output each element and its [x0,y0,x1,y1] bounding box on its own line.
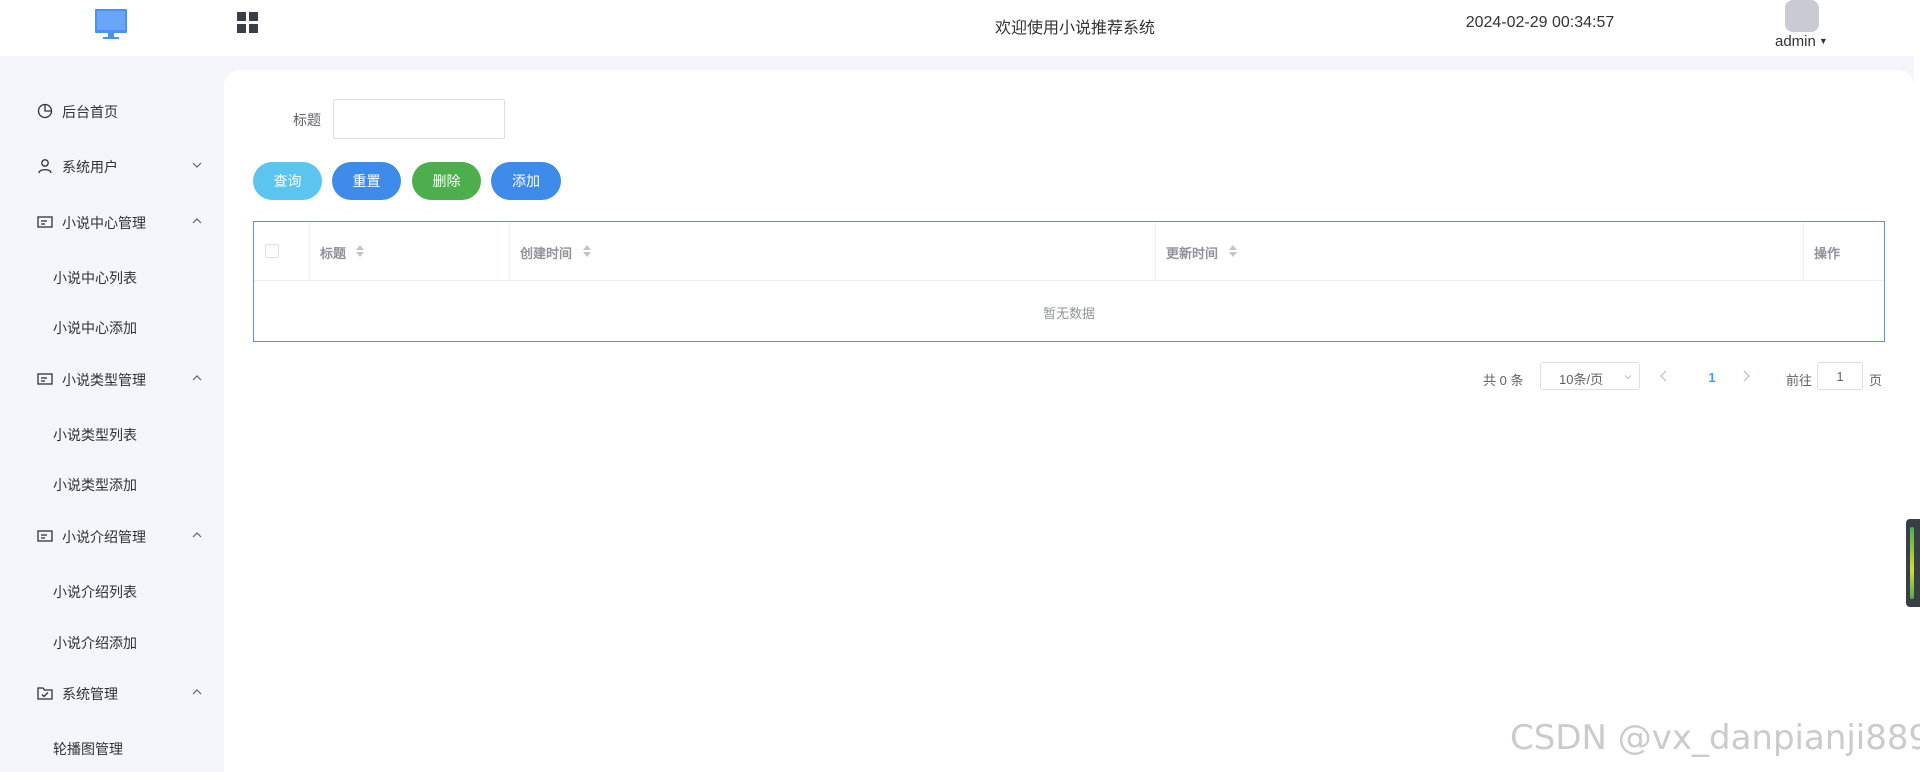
table-header: 标题 创建时间 更新时间 操作 [254,222,1884,281]
sort-caret-icon[interactable] [1228,244,1238,258]
sidebar-subitem-novel-center-list[interactable]: 小说中心列表 [0,256,224,296]
sidebar-item-label: 小说介绍管理 [62,529,146,545]
monitor-logo-icon [95,9,127,39]
page-number-current[interactable]: 1 [1702,370,1722,385]
page-size-value: 10条/页 [1559,372,1604,387]
chevron-up-icon [192,532,202,538]
avatar[interactable] [1785,0,1819,32]
sidebar-item-novel-type[interactable]: 小说类型管理 [0,359,224,399]
column-header-label: 标题 [320,246,347,261]
watermark: CSDN @vx_danpianji889 [1510,718,1920,758]
next-page-icon[interactable] [1740,369,1752,383]
sidebar-item-label: 小说中心管理 [62,215,146,231]
sidebar-item-label: 系统管理 [62,686,118,702]
prev-page-icon[interactable] [1658,369,1670,383]
user-dropdown[interactable]: admin ▼ [1775,33,1845,50]
sidebar: 后台首页 系统用户 小说中心管理 小说中心列表 小说中心添加 小说类型管理 小说… [0,56,224,772]
header-title: 欢迎使用小说推荐系统 [994,20,1155,37]
sort-caret-icon[interactable] [355,244,365,258]
side-floating-widget[interactable] [1906,519,1920,607]
pagination-total: 共 0 条 [1483,373,1524,388]
data-table: 标题 创建时间 更新时间 操作 暂无数据 [253,221,1885,342]
sidebar-subitem-label: 轮播图管理 [53,741,123,757]
widget-level-bar [1910,527,1914,599]
card-icon [37,373,53,385]
user-icon [38,159,52,174]
add-button[interactable]: 添加 [491,162,561,200]
sidebar-subitem-novel-intro-list[interactable]: 小说介绍列表 [0,570,224,610]
sidebar-item-system-management[interactable]: 系统管理 [0,673,224,713]
sidebar-subitem-novel-type-list[interactable]: 小说类型列表 [0,413,224,453]
chevron-down-icon [192,162,202,168]
main-area: 标题 查询 重置 删除 添加 标题 创建时间 更新时间 操作 暂无数据 共 0 … [224,56,1914,772]
header-datetime: 2024-02-29 00:34:57 [1465,14,1615,31]
select-column-header [254,222,310,281]
chevron-up-icon [192,375,202,381]
delete-button[interactable]: 删除 [412,162,481,200]
goto-suffix: 页 [1869,373,1883,388]
sidebar-subitem-label: 小说类型列表 [53,427,137,443]
title-filter-label: 标题 [293,112,321,128]
goto-label: 前往 [1786,373,1813,388]
folder-check-icon [37,687,53,700]
card-icon [37,530,53,542]
sidebar-subitem-label: 小说中心列表 [53,270,137,286]
sidebar-item-novel-center[interactable]: 小说中心管理 [0,202,224,242]
chevron-down-icon [1624,375,1632,380]
goto-page-input[interactable] [1817,362,1863,390]
column-header-label: 创建时间 [520,246,573,261]
sidebar-item-novel-intro[interactable]: 小说介绍管理 [0,516,224,556]
page-size-select[interactable]: 10条/页 [1540,362,1640,390]
column-header-label: 更新时间 [1166,246,1219,261]
sidebar-subitem-label: 小说介绍列表 [53,584,137,600]
sidebar-subitem-novel-center-add[interactable]: 小说中心添加 [0,306,224,346]
menu-grid-icon[interactable] [236,11,260,35]
sidebar-item-system-users[interactable]: 系统用户 [0,146,224,186]
top-header: 欢迎使用小说推荐系统 2024-02-29 00:34:57 admin ▼ [0,0,1920,56]
column-header-title[interactable]: 标题 [310,222,510,281]
column-header-label: 操作 [1814,246,1841,261]
query-button[interactable]: 查询 [253,162,322,200]
chevron-up-icon [192,218,202,224]
sidebar-item-label: 小说类型管理 [62,372,146,388]
sidebar-subitem-novel-type-add[interactable]: 小说类型添加 [0,463,224,503]
pie-chart-icon [37,103,53,119]
select-all-checkbox[interactable] [265,244,279,258]
chevron-up-icon [192,689,202,695]
content-card: 标题 查询 重置 删除 添加 标题 创建时间 更新时间 操作 暂无数据 共 0 … [224,70,1914,772]
column-header-updated-time[interactable]: 更新时间 [1156,222,1804,281]
chevron-down-icon: ▼ [1818,36,1828,46]
table-empty-text: 暂无数据 [1042,306,1095,321]
sidebar-item-label: 系统用户 [62,159,118,175]
sidebar-subitem-label: 小说中心添加 [53,320,137,336]
column-header-created-time[interactable]: 创建时间 [510,222,1156,281]
sidebar-subitem-label: 小说类型添加 [53,477,137,493]
column-header-actions: 操作 [1804,222,1884,281]
sidebar-subitem-carousel[interactable]: 轮播图管理 [0,727,224,767]
sidebar-subitem-novel-intro-add[interactable]: 小说介绍添加 [0,621,224,661]
sidebar-subitem-label: 小说介绍添加 [53,635,137,651]
sort-caret-icon[interactable] [582,244,592,258]
card-icon [37,216,53,228]
title-filter-input[interactable] [333,99,505,139]
sidebar-item-label: 后台首页 [62,104,118,120]
reset-button[interactable]: 重置 [332,162,401,200]
username-label: admin [1775,33,1816,50]
sidebar-item-dashboard[interactable]: 后台首页 [0,91,224,131]
